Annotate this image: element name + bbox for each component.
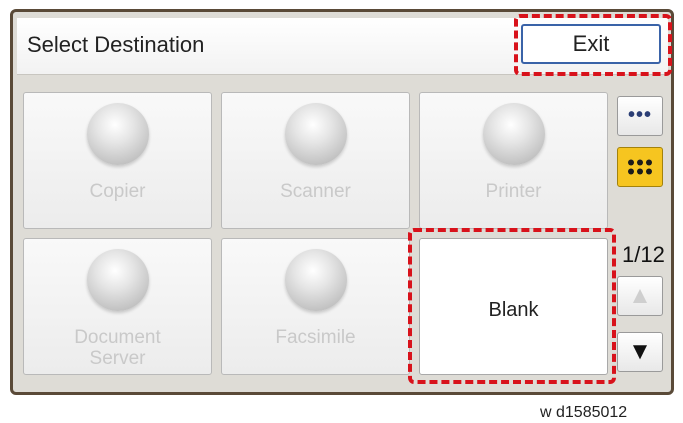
grid-icon [628,159,652,175]
down-arrow-icon: ▼ [628,338,652,365]
tile-label: Document Server [24,327,211,369]
tile-label: Copier [89,181,146,202]
tile-facsimile[interactable]: Facsimile [221,238,410,375]
scroll-up-button[interactable]: ▲ [617,276,663,316]
copier-icon [86,103,149,165]
tile-scanner[interactable]: Scanner [221,92,410,229]
up-arrow-icon: ▲ [628,282,652,309]
exit-callout [514,14,672,76]
tile-label-line2: Server [89,348,146,369]
tile-label: Facsimile [275,327,356,348]
grid-view-button[interactable] [617,147,663,187]
more-dots-icon: ••• [627,104,652,126]
scroll-down-button[interactable]: ▼ [617,332,663,372]
page-indicator: 1/12 [622,242,665,267]
page-title: Select Destination [27,32,205,57]
figure-caption: w d1585012 [540,404,628,421]
facsimile-icon [284,249,347,311]
tile-label: Scanner [280,181,351,202]
tile-document-server[interactable]: Document Server [23,238,212,375]
scanner-icon [284,103,347,165]
blank-callout [408,228,616,384]
tile-label-line1: Document [74,327,161,348]
more-options-button[interactable]: ••• [617,96,663,136]
printer-icon [482,103,545,165]
tile-copier[interactable]: Copier [23,92,212,229]
document-server-icon [86,249,149,311]
tile-label: Printer [485,181,542,202]
tile-printer[interactable]: Printer [419,92,608,229]
